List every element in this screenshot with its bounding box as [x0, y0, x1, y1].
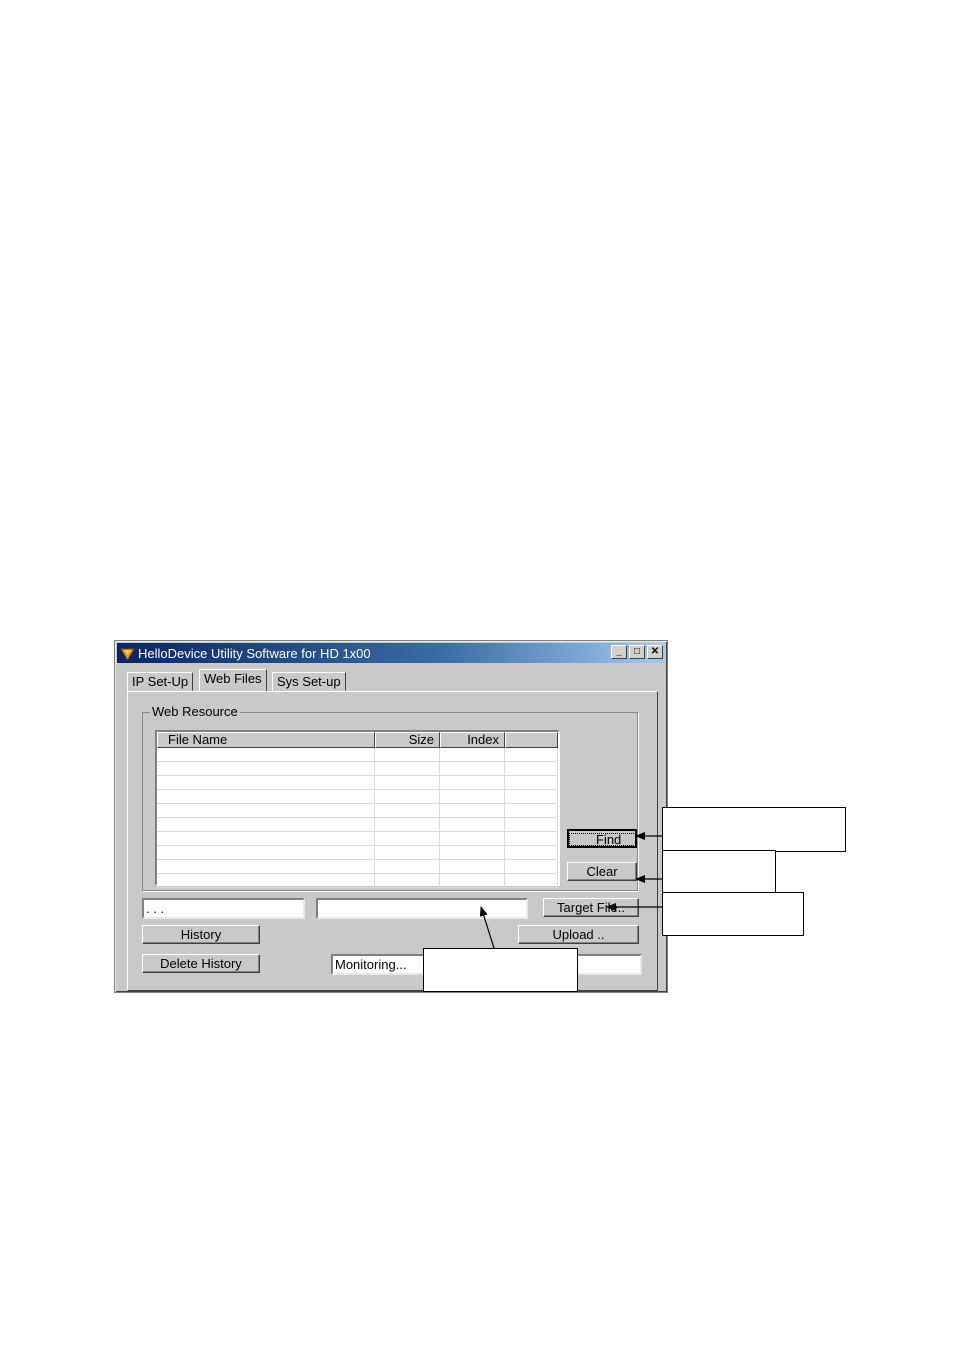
arrow-to-target-path: [479, 906, 495, 949]
callout-arrows: [479, 832, 662, 949]
tab-web-files[interactable]: Web Files: [199, 669, 267, 691]
